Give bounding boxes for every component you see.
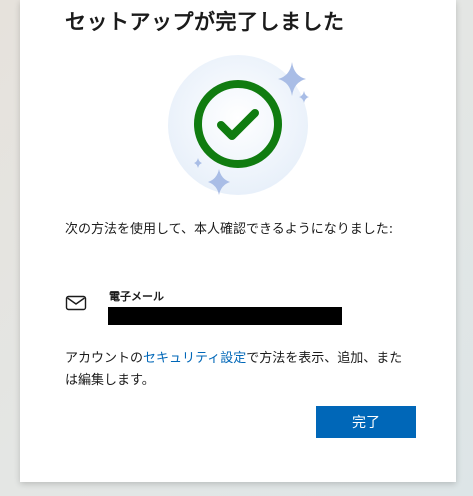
- registered-method: 電子メール: [65, 288, 405, 328]
- envelope-icon: [65, 294, 87, 312]
- dialog-description: 次の方法を使用して、本人確認できるようになりました:: [65, 222, 394, 237]
- method-label: 電子メール: [109, 290, 164, 303]
- dialog-title: セットアップが完了しました: [65, 10, 345, 34]
- security-settings-note: アカウントのセキュリティ設定で方法を表示、追加、または編集します。: [65, 348, 410, 392]
- note-text-before: アカウントの: [65, 351, 144, 366]
- redacted-email-value: [108, 307, 342, 325]
- security-settings-link[interactable]: セキュリティ設定: [143, 351, 246, 366]
- setup-complete-dialog: セットアップが完了しました 次の方法を使用して、本人確認できるようになりました:: [20, 0, 456, 482]
- done-button[interactable]: 完了: [316, 406, 416, 438]
- success-illustration: [160, 55, 320, 200]
